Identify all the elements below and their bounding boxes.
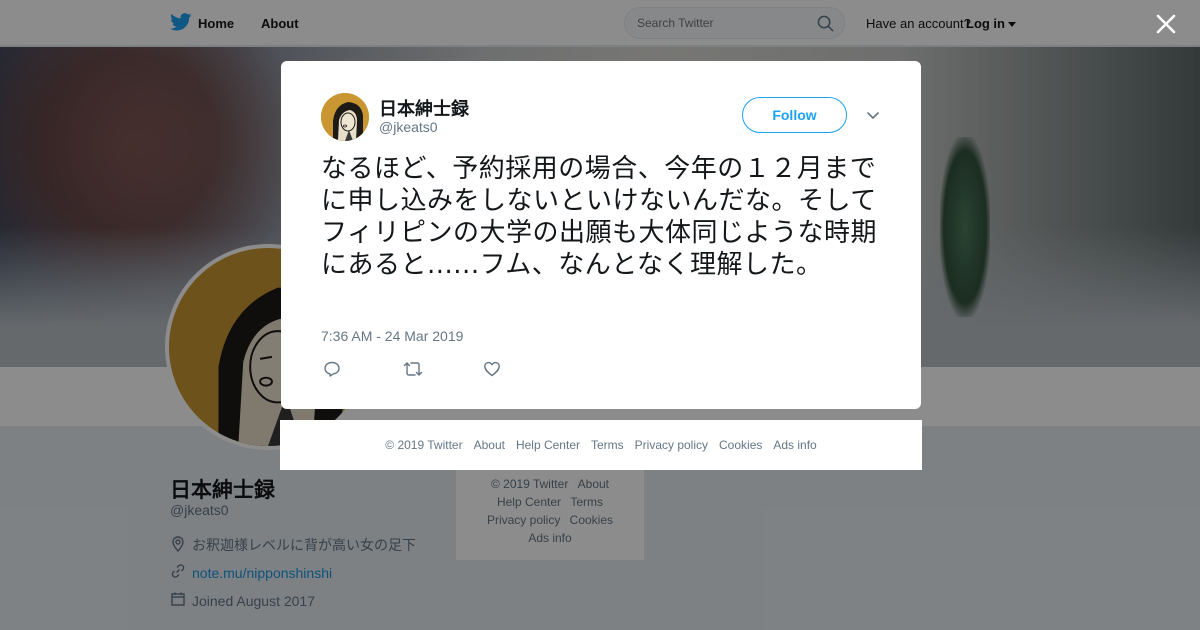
modal-footer-link-about[interactable]: About [474,438,505,452]
modal-footer-link-cookies[interactable]: Cookies [719,438,762,452]
tweet-author-handle[interactable]: @jkeats0 [379,119,438,135]
modal-footer-copyright: © 2019 Twitter [385,438,463,452]
tweet-text: なるほど、予約採用の場合、今年の１２月までに申し込みをしないといけないんだな。そ… [321,154,877,280]
modal-footer: © 2019 Twitter About Help Center Terms P… [280,420,922,470]
modal-footer-link-help-center[interactable]: Help Center [516,438,580,452]
chevron-down-icon[interactable] [865,107,881,123]
tweet-modal: 日本紳士録 @jkeats0 Follow なるほど、予約採用の場合、今年の１２… [281,61,921,409]
close-icon[interactable] [1152,10,1180,38]
follow-button[interactable]: Follow [742,97,847,133]
tweet-author-avatar[interactable] [321,93,369,141]
retweet-icon[interactable] [403,360,483,380]
tweet-actions [323,360,563,380]
tweet-author-name[interactable]: 日本紳士録 [379,95,469,121]
heart-icon[interactable] [483,360,563,380]
tweet-timestamp[interactable]: 7:36 AM - 24 Mar 2019 [321,328,463,344]
modal-footer-link-privacy[interactable]: Privacy policy [635,438,708,452]
modal-footer-link-terms[interactable]: Terms [591,438,624,452]
reply-icon[interactable] [323,360,403,380]
modal-footer-link-ads-info[interactable]: Ads info [773,438,816,452]
